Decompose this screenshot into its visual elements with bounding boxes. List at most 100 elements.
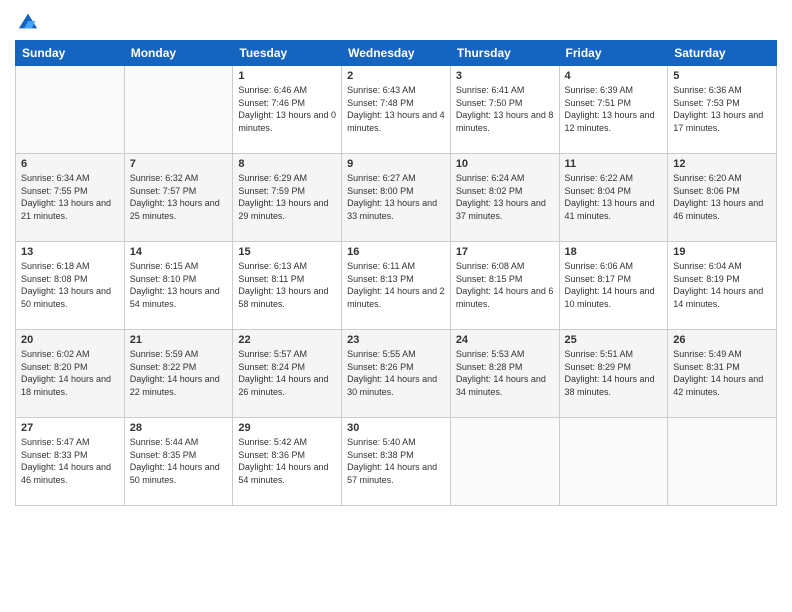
calendar-header-tuesday: Tuesday [233, 41, 342, 66]
calendar-header-row: SundayMondayTuesdayWednesdayThursdayFrid… [16, 41, 777, 66]
day-cell: 26 Sunrise: 5:49 AM Sunset: 8:31 PM Dayli… [668, 330, 777, 418]
day-number: 30 [347, 422, 445, 434]
day-number: 3 [456, 70, 554, 82]
day-cell: 1 Sunrise: 6:46 AM Sunset: 7:46 PM Daylig… [233, 66, 342, 154]
day-cell [16, 66, 125, 154]
day-info: Sunrise: 5:47 AM Sunset: 8:33 PM Dayligh… [21, 436, 119, 486]
calendar-header-sunday: Sunday [16, 41, 125, 66]
day-number: 29 [238, 422, 336, 434]
day-cell: 13Sunrise: 6:18 AM Sunset: 8:08 PM Dayli… [16, 242, 125, 330]
day-number: 2 [347, 70, 445, 82]
day-info: Sunrise: 5:42 AM Sunset: 8:36 PM Dayligh… [238, 436, 336, 486]
calendar-header-thursday: Thursday [450, 41, 559, 66]
day-number: 7 [130, 158, 228, 170]
calendar-header-wednesday: Wednesday [342, 41, 451, 66]
day-cell: 12 Sunrise: 6:20 AM Sunset: 8:06 PM Dayli… [668, 154, 777, 242]
day-cell: 16Sunrise: 6:11 AM Sunset: 8:13 PM Dayli… [342, 242, 451, 330]
day-cell: 3 Sunrise: 6:41 AM Sunset: 7:50 PM Daylig… [450, 66, 559, 154]
day-cell: 19 Sunrise: 6:04 AM Sunset: 8:19 PM Dayli… [668, 242, 777, 330]
day-cell: 14 Sunrise: 6:15 AM Sunset: 8:10 PM Dayli… [124, 242, 233, 330]
day-number: 13 [21, 246, 119, 258]
day-cell: 8 Sunrise: 6:29 AM Sunset: 7:59 PM Daylig… [233, 154, 342, 242]
header [15, 10, 777, 32]
day-cell: 25Sunrise: 5:51 AM Sunset: 8:29 PM Dayli… [559, 330, 668, 418]
day-cell: 11 Sunrise: 6:22 AM Sunset: 8:04 PM Dayli… [559, 154, 668, 242]
day-info: Sunrise: 6:04 AM Sunset: 8:19 PM Dayligh… [673, 260, 771, 310]
day-cell: 2 Sunrise: 6:43 AM Sunset: 7:48 PM Daylig… [342, 66, 451, 154]
day-info: Sunrise: 6:06 AM Sunset: 8:17 PM Dayligh… [565, 260, 663, 310]
page: SundayMondayTuesdayWednesdayThursdayFrid… [0, 0, 792, 612]
day-info: Sunrise: 6:22 AM Sunset: 8:04 PM Dayligh… [565, 172, 663, 222]
day-info: Sunrise: 6:29 AM Sunset: 7:59 PM Dayligh… [238, 172, 336, 222]
day-cell: 6 Sunrise: 6:34 AM Sunset: 7:55 PM Daylig… [16, 154, 125, 242]
day-cell: 10Sunrise: 6:24 AM Sunset: 8:02 PM Dayli… [450, 154, 559, 242]
day-info: Sunrise: 6:27 AM Sunset: 8:00 PM Dayligh… [347, 172, 445, 222]
logo-icon [17, 10, 39, 32]
day-cell: 18 Sunrise: 6:06 AM Sunset: 8:17 PM Dayli… [559, 242, 668, 330]
day-cell: 7 Sunrise: 6:32 AM Sunset: 7:57 PM Daylig… [124, 154, 233, 242]
calendar-header-friday: Friday [559, 41, 668, 66]
day-cell: 27 Sunrise: 5:47 AM Sunset: 8:33 PM Dayli… [16, 418, 125, 506]
day-cell: 24 Sunrise: 5:53 AM Sunset: 8:28 PM Dayli… [450, 330, 559, 418]
day-info: Sunrise: 6:20 AM Sunset: 8:06 PM Dayligh… [673, 172, 771, 222]
day-number: 26 [673, 334, 771, 346]
day-info: Sunrise: 6:11 AM Sunset: 8:13 PM Dayligh… [347, 260, 445, 310]
day-cell: 22 Sunrise: 5:57 AM Sunset: 8:24 PM Dayli… [233, 330, 342, 418]
day-number: 21 [130, 334, 228, 346]
day-number: 18 [565, 246, 663, 258]
day-cell: 23 Sunrise: 5:55 AM Sunset: 8:26 PM Dayli… [342, 330, 451, 418]
day-cell: 4 Sunrise: 6:39 AM Sunset: 7:51 PM Daylig… [559, 66, 668, 154]
day-info: Sunrise: 6:32 AM Sunset: 7:57 PM Dayligh… [130, 172, 228, 222]
day-number: 28 [130, 422, 228, 434]
week-row-3: 13Sunrise: 6:18 AM Sunset: 8:08 PM Dayli… [16, 242, 777, 330]
day-number: 10 [456, 158, 554, 170]
day-info: Sunrise: 6:34 AM Sunset: 7:55 PM Dayligh… [21, 172, 119, 222]
day-info: Sunrise: 6:41 AM Sunset: 7:50 PM Dayligh… [456, 84, 554, 134]
day-number: 27 [21, 422, 119, 434]
day-number: 1 [238, 70, 336, 82]
day-cell: 15Sunrise: 6:13 AM Sunset: 8:11 PM Dayli… [233, 242, 342, 330]
day-number: 11 [565, 158, 663, 170]
day-number: 15 [238, 246, 336, 258]
day-cell [124, 66, 233, 154]
week-row-5: 27 Sunrise: 5:47 AM Sunset: 8:33 PM Dayli… [16, 418, 777, 506]
day-cell: 21 Sunrise: 5:59 AM Sunset: 8:22 PM Dayli… [124, 330, 233, 418]
day-info: Sunrise: 5:59 AM Sunset: 8:22 PM Dayligh… [130, 348, 228, 398]
day-info: Sunrise: 6:36 AM Sunset: 7:53 PM Dayligh… [673, 84, 771, 134]
day-cell: 9 Sunrise: 6:27 AM Sunset: 8:00 PM Daylig… [342, 154, 451, 242]
day-number: 25 [565, 334, 663, 346]
day-number: 20 [21, 334, 119, 346]
day-number: 12 [673, 158, 771, 170]
day-number: 22 [238, 334, 336, 346]
day-info: Sunrise: 6:39 AM Sunset: 7:51 PM Dayligh… [565, 84, 663, 134]
day-cell: 30 Sunrise: 5:40 AM Sunset: 8:38 PM Dayli… [342, 418, 451, 506]
day-info: Sunrise: 6:15 AM Sunset: 8:10 PM Dayligh… [130, 260, 228, 310]
day-number: 23 [347, 334, 445, 346]
day-number: 5 [673, 70, 771, 82]
day-number: 19 [673, 246, 771, 258]
day-cell [450, 418, 559, 506]
day-number: 8 [238, 158, 336, 170]
day-cell: 29 Sunrise: 5:42 AM Sunset: 8:36 PM Dayli… [233, 418, 342, 506]
day-info: Sunrise: 5:55 AM Sunset: 8:26 PM Dayligh… [347, 348, 445, 398]
logo [15, 10, 39, 32]
day-number: 9 [347, 158, 445, 170]
day-info: Sunrise: 5:53 AM Sunset: 8:28 PM Dayligh… [456, 348, 554, 398]
day-info: Sunrise: 6:46 AM Sunset: 7:46 PM Dayligh… [238, 84, 336, 134]
week-row-4: 20 Sunrise: 6:02 AM Sunset: 8:20 PM Dayli… [16, 330, 777, 418]
day-number: 14 [130, 246, 228, 258]
day-info: Sunrise: 5:40 AM Sunset: 8:38 PM Dayligh… [347, 436, 445, 486]
day-number: 24 [456, 334, 554, 346]
day-number: 6 [21, 158, 119, 170]
day-info: Sunrise: 6:02 AM Sunset: 8:20 PM Dayligh… [21, 348, 119, 398]
day-cell [559, 418, 668, 506]
day-cell: 5 Sunrise: 6:36 AM Sunset: 7:53 PM Daylig… [668, 66, 777, 154]
calendar: SundayMondayTuesdayWednesdayThursdayFrid… [15, 40, 777, 506]
day-cell: 17Sunrise: 6:08 AM Sunset: 8:15 PM Dayli… [450, 242, 559, 330]
day-cell: 28Sunrise: 5:44 AM Sunset: 8:35 PM Dayli… [124, 418, 233, 506]
day-number: 4 [565, 70, 663, 82]
day-number: 17 [456, 246, 554, 258]
day-info: Sunrise: 6:43 AM Sunset: 7:48 PM Dayligh… [347, 84, 445, 134]
day-info: Sunrise: 5:49 AM Sunset: 8:31 PM Dayligh… [673, 348, 771, 398]
day-info: Sunrise: 5:57 AM Sunset: 8:24 PM Dayligh… [238, 348, 336, 398]
